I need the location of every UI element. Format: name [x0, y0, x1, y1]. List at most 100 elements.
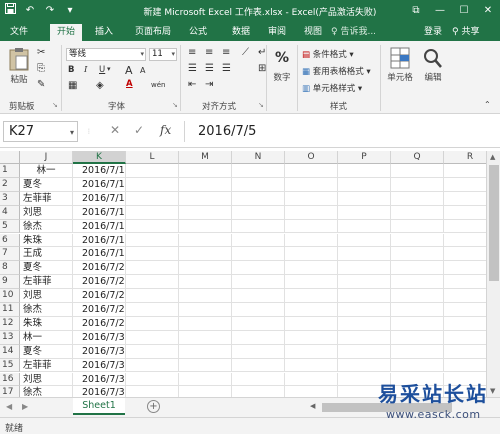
- cell-empty[interactable]: [444, 275, 486, 290]
- cell-empty[interactable]: [444, 261, 486, 276]
- cell-name[interactable]: 林一: [20, 330, 73, 345]
- cell-empty[interactable]: [338, 205, 391, 220]
- cell-name[interactable]: 朱珠: [20, 316, 73, 331]
- cell-empty[interactable]: [232, 205, 285, 220]
- cell-empty[interactable]: [338, 344, 391, 359]
- cell-empty[interactable]: [285, 303, 338, 317]
- cell-date[interactable]: 2016/7/2: [73, 261, 126, 276]
- cell-empty[interactable]: [444, 220, 486, 234]
- cell-date[interactable]: 2016/7/3: [73, 330, 126, 345]
- cell-date[interactable]: 2016/7/1: [73, 177, 126, 192]
- cell-empty[interactable]: [285, 233, 338, 248]
- copy-icon[interactable]: ⎘: [37, 63, 45, 75]
- cell-empty[interactable]: [232, 177, 285, 192]
- cell-empty[interactable]: [444, 303, 486, 317]
- cell-empty[interactable]: [444, 359, 486, 373]
- cell-empty[interactable]: [338, 247, 391, 262]
- cell-empty[interactable]: [391, 205, 444, 220]
- cell-empty[interactable]: [285, 275, 338, 290]
- fill-color-icon[interactable]: ◈: [96, 80, 104, 92]
- cell-empty[interactable]: [179, 247, 232, 262]
- cell-date[interactable]: 2016/7/2: [73, 316, 126, 331]
- alignment-launcher-icon[interactable]: ↘: [258, 101, 264, 109]
- row-header[interactable]: 16: [0, 372, 20, 387]
- sheet-tab[interactable]: Sheet1: [73, 398, 125, 415]
- redo-icon[interactable]: ↷: [42, 3, 58, 18]
- share-button[interactable]: ⚲ 共享: [452, 24, 479, 41]
- bold-button[interactable]: B: [68, 65, 74, 75]
- cell-empty[interactable]: [338, 316, 391, 331]
- row-header[interactable]: 15: [0, 358, 20, 373]
- cell-empty[interactable]: [179, 344, 232, 359]
- cell-date[interactable]: 2016/7/3: [73, 372, 126, 387]
- cell-empty[interactable]: [338, 164, 391, 178]
- cell-empty[interactable]: [126, 261, 179, 276]
- cell-empty[interactable]: [285, 247, 338, 262]
- cell-empty[interactable]: [338, 177, 391, 192]
- column-header[interactable]: K: [73, 151, 126, 164]
- cell-empty[interactable]: [444, 192, 486, 206]
- format-painter-icon[interactable]: ✎: [37, 79, 45, 91]
- cell-empty[interactable]: [444, 178, 486, 192]
- decrease-indent-icon[interactable]: ⇤: [188, 79, 196, 91]
- font-name-select[interactable]: 等线 ▾: [66, 48, 146, 61]
- cell-empty[interactable]: [338, 303, 391, 317]
- cell-empty[interactable]: [179, 177, 232, 192]
- cell-empty[interactable]: [391, 358, 444, 373]
- cell-empty[interactable]: [285, 372, 338, 387]
- close-button[interactable]: ✕: [476, 0, 500, 22]
- cell-empty[interactable]: [232, 289, 285, 303]
- cell-date[interactable]: 2016/7/2: [73, 303, 126, 317]
- row-header[interactable]: 10: [0, 289, 20, 303]
- format-as-table-button[interactable]: ▦ 套用表格格式 ▾: [302, 65, 371, 77]
- cell-empty[interactable]: [285, 289, 338, 303]
- clipboard-launcher-icon[interactable]: ↘: [52, 101, 58, 109]
- editing-button[interactable]: 编辑: [420, 47, 446, 83]
- add-sheet-button[interactable]: +: [147, 400, 160, 413]
- cell-empty[interactable]: [126, 330, 179, 345]
- fx-icon[interactable]: fx: [160, 123, 171, 137]
- row-header[interactable]: 6: [0, 233, 20, 248]
- scroll-thumb[interactable]: [489, 165, 499, 281]
- cell-date[interactable]: 2016/7/2: [73, 289, 126, 303]
- tab-formulas[interactable]: 公式: [183, 24, 213, 41]
- cell-empty[interactable]: [338, 358, 391, 373]
- row-header[interactable]: 9: [0, 275, 20, 290]
- cell-empty[interactable]: [126, 303, 179, 317]
- cell-empty[interactable]: [126, 219, 179, 234]
- cell-empty[interactable]: [285, 386, 338, 397]
- cell-empty[interactable]: [285, 316, 338, 331]
- cell-empty[interactable]: [391, 316, 444, 331]
- cell-empty[interactable]: [232, 372, 285, 387]
- tab-page-layout[interactable]: 页面布局: [128, 24, 178, 41]
- cell-empty[interactable]: [285, 164, 338, 178]
- cell-empty[interactable]: [179, 330, 232, 345]
- row-header[interactable]: 17: [0, 386, 20, 397]
- cell-empty[interactable]: [179, 261, 232, 276]
- increase-indent-icon[interactable]: ⇥: [205, 79, 213, 91]
- phonetic-button[interactable]: wén: [151, 81, 165, 89]
- vertical-scrollbar[interactable]: ▲ ▼: [486, 151, 500, 397]
- cell-empty[interactable]: [391, 261, 444, 276]
- cell-empty[interactable]: [338, 275, 391, 290]
- cell-empty[interactable]: [126, 205, 179, 220]
- row-header[interactable]: 8: [0, 261, 20, 276]
- cell-empty[interactable]: [391, 247, 444, 262]
- cell-empty[interactable]: [444, 289, 486, 303]
- cell-empty[interactable]: [391, 330, 444, 345]
- column-header[interactable]: M: [179, 151, 232, 164]
- cell-empty[interactable]: [391, 219, 444, 234]
- cell-date[interactable]: 2016/7/3: [73, 386, 126, 397]
- cell-empty[interactable]: [444, 206, 486, 220]
- cell-empty[interactable]: [285, 191, 338, 206]
- cell-name[interactable]: 夏冬: [20, 177, 73, 192]
- tab-home[interactable]: 开始: [50, 24, 82, 41]
- cell-name[interactable]: 刘思: [20, 205, 73, 220]
- cell-empty[interactable]: [391, 191, 444, 206]
- column-header[interactable]: P: [338, 151, 391, 164]
- cell-date[interactable]: 2016/7/1: [73, 164, 126, 178]
- cell-empty[interactable]: [285, 205, 338, 220]
- cell-empty[interactable]: [232, 386, 285, 397]
- cell-empty[interactable]: [179, 191, 232, 206]
- undo-icon[interactable]: ↶: [22, 3, 38, 18]
